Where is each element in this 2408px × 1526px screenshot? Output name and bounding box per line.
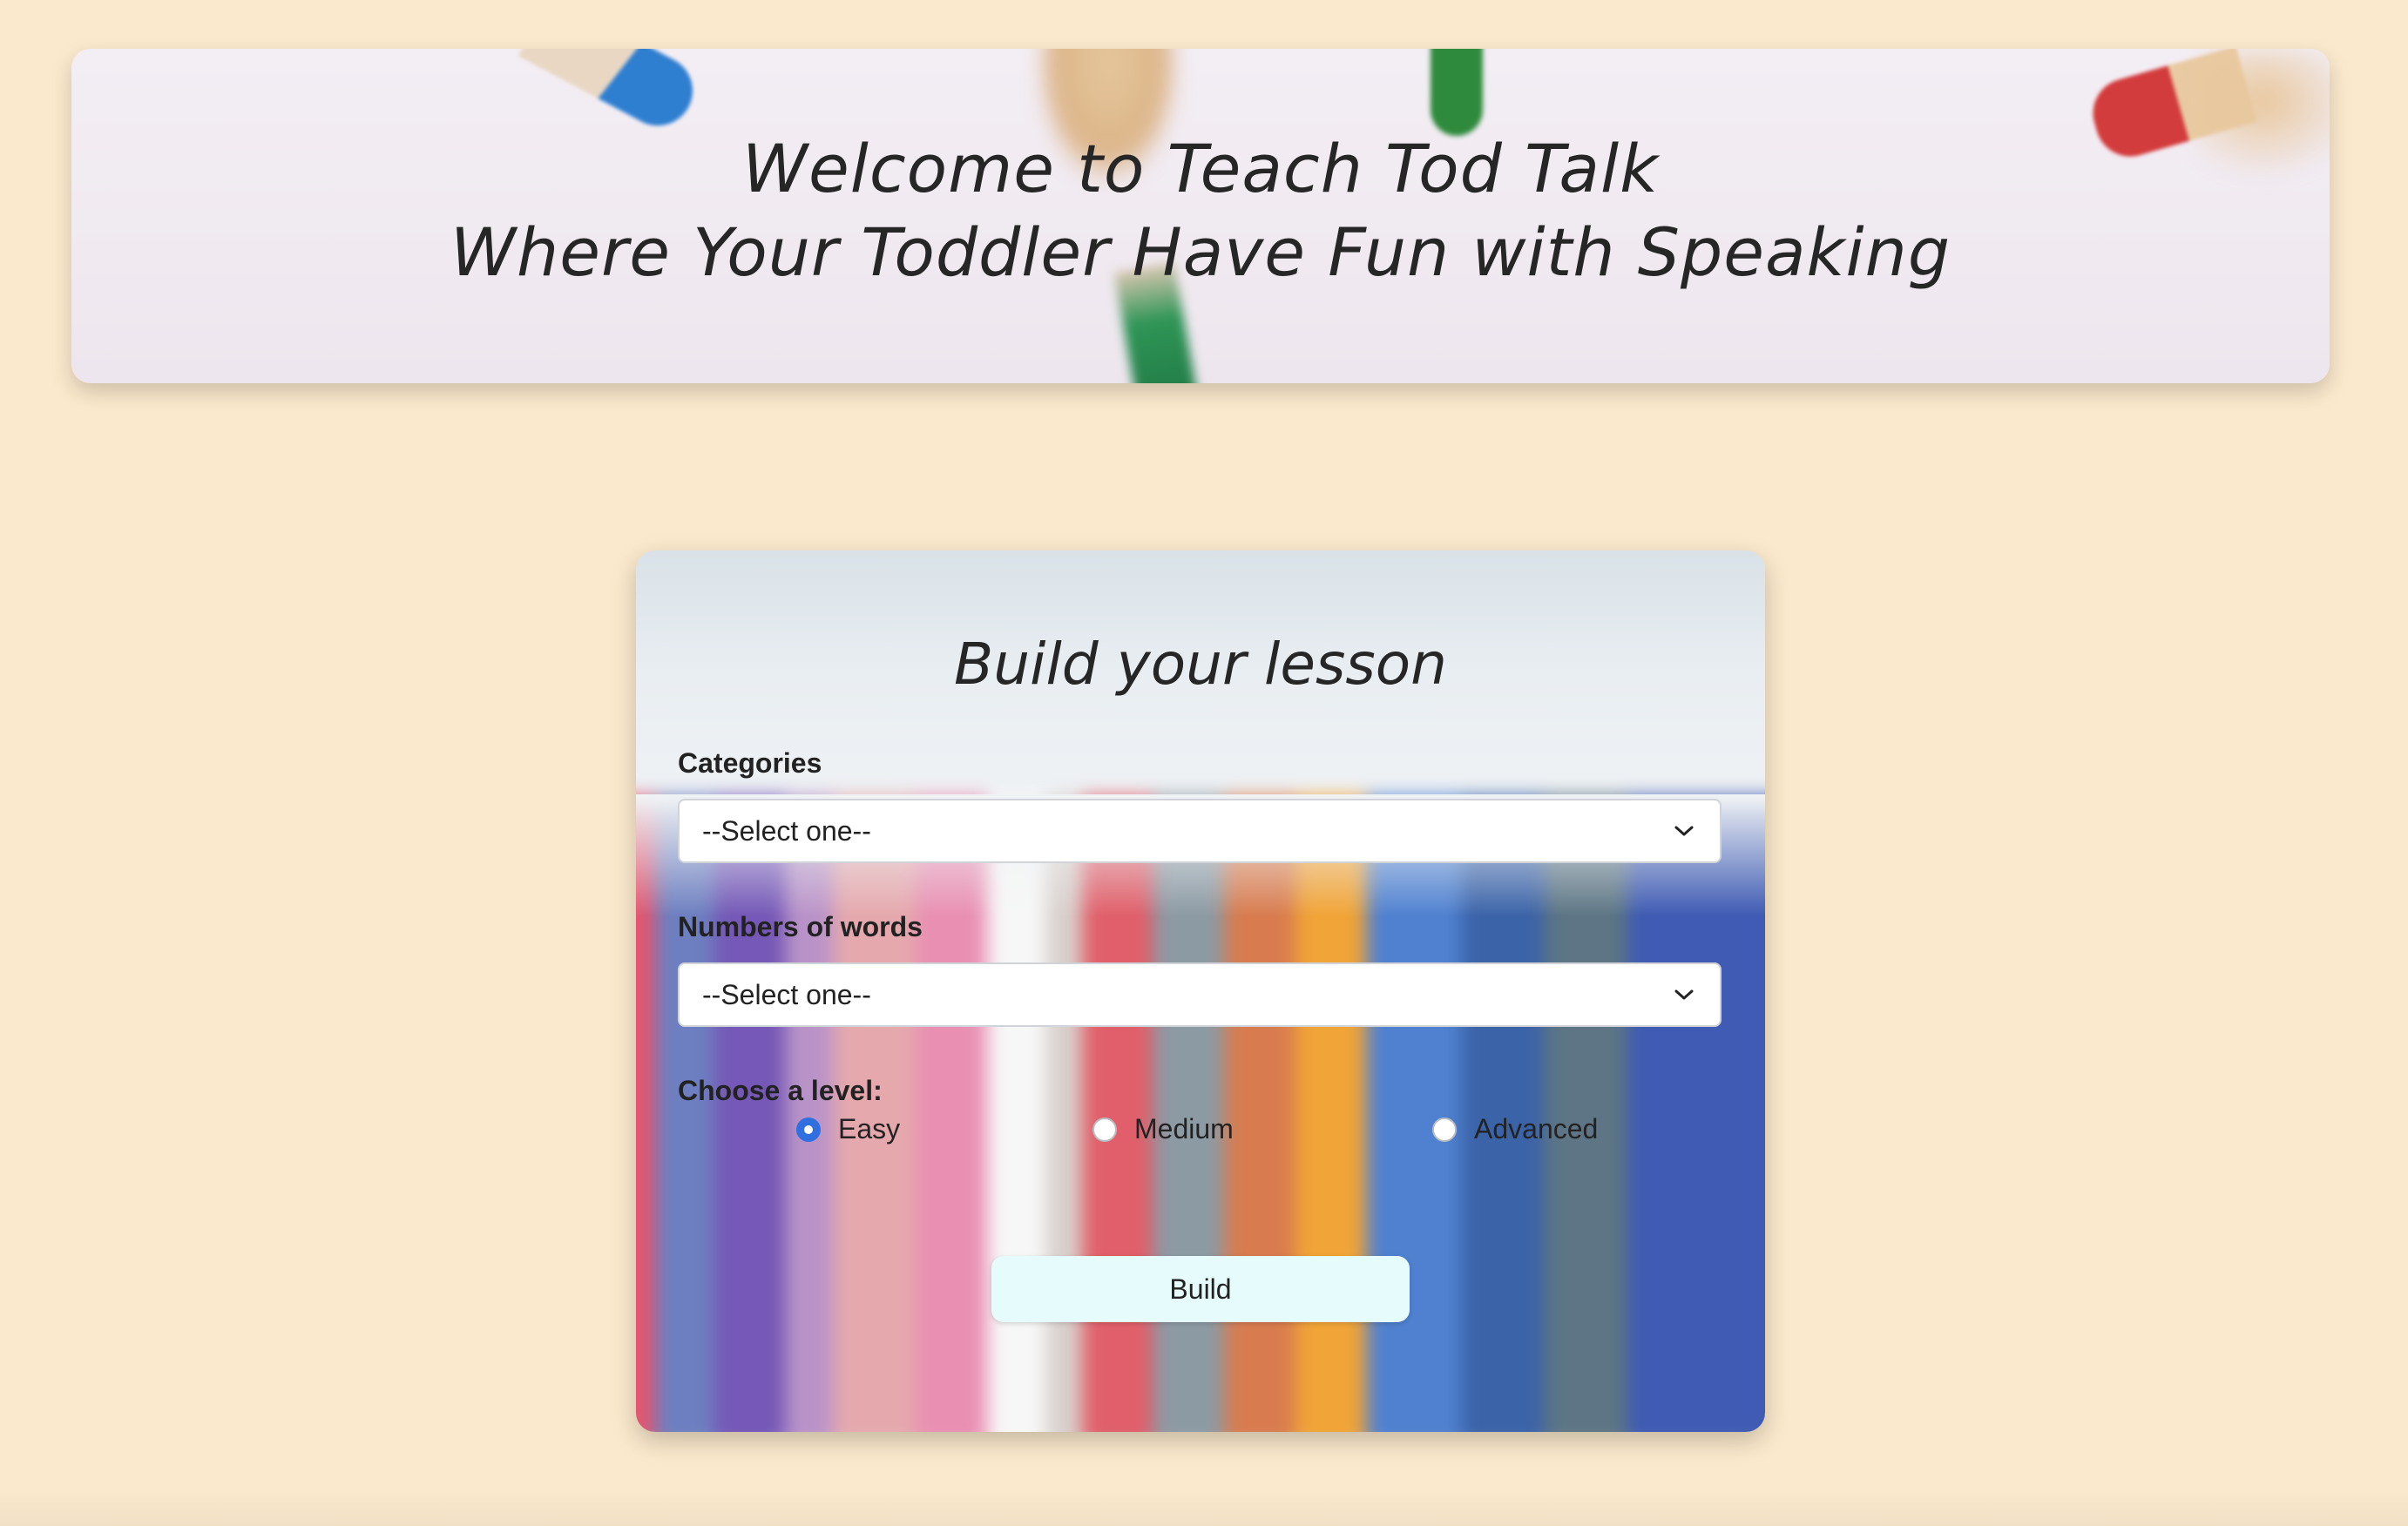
level-option-label: Easy	[838, 1113, 901, 1144]
radio-button[interactable]	[1432, 1117, 1457, 1142]
word-count-label: Numbers of words	[678, 911, 923, 942]
level-option-label: Medium	[1134, 1113, 1234, 1144]
chevron-down-icon	[1671, 818, 1697, 844]
chevron-down-icon	[1671, 982, 1697, 1008]
radio-button[interactable]	[796, 1117, 821, 1142]
categories-label: Categories	[678, 747, 822, 779]
categories-select-value: --Select one--	[702, 814, 871, 847]
banner-heading: Welcome to Teach Tod Talk Where Your Tod…	[71, 127, 2330, 294]
level-option-label: Advanced	[1474, 1113, 1599, 1144]
build-button[interactable]: Build	[991, 1256, 1410, 1322]
lesson-builder-card: Build your lesson Categories --Select on…	[636, 550, 1765, 1432]
word-count-select[interactable]: --Select one--	[678, 962, 1721, 1027]
lesson-form-title: Build your lesson	[954, 631, 1447, 698]
page-bottom-edge	[0, 1488, 2408, 1526]
level-option-advanced[interactable]: Advanced	[1432, 1113, 1598, 1145]
categories-select[interactable]: --Select one--	[678, 799, 1721, 863]
level-option-easy[interactable]: Easy	[796, 1113, 900, 1145]
radio-button[interactable]	[1092, 1117, 1117, 1142]
level-label: Choose a level:	[678, 1075, 883, 1106]
banner-title: Welcome to Teach Tod Talk	[741, 130, 1660, 207]
banner-subtitle: Where Your Toddler Have Fun with Speakin…	[450, 213, 1951, 291]
word-count-select-value: --Select one--	[702, 978, 871, 1010]
banner-pencil-image	[517, 49, 706, 138]
header-banner: Welcome to Teach Tod Talk Where Your Tod…	[71, 49, 2330, 383]
level-option-medium[interactable]: Medium	[1092, 1113, 1234, 1145]
banner-pencil-image	[1431, 49, 1483, 136]
